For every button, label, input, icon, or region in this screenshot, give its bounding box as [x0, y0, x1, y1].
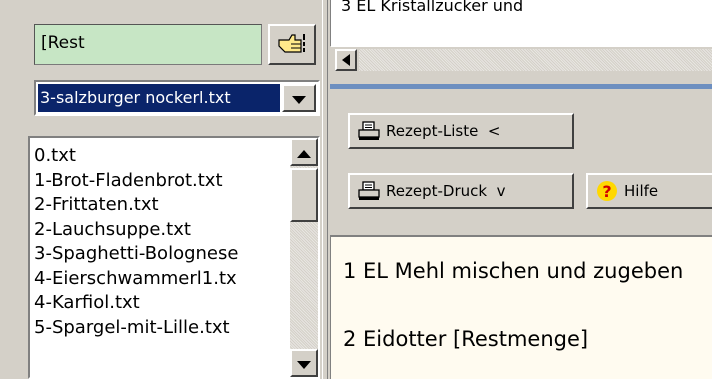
left-pane: [Rest 3-salzburger nockerl.txt 0.txt 1-B… [0, 0, 322, 379]
chevron-down-icon [292, 89, 306, 108]
list-item[interactable]: 5-Spargel-mit-Lille.txt [34, 316, 288, 341]
top-text-area[interactable]: 3 EL Kristallzucker und [330, 0, 712, 73]
list-item[interactable]: 0.txt [34, 144, 288, 169]
list-item[interactable]: 2-Lauchsuppe.txt [34, 218, 288, 243]
rezept-druck-label: Rezept-Druck v [386, 182, 506, 200]
list-item[interactable]: 2-Frittaten.txt [34, 193, 288, 218]
recipe-text-line: 2 Eidotter [Restmenge] [343, 327, 589, 351]
rezept-liste-label: Rezept-Liste < [386, 122, 501, 140]
printer-icon [358, 181, 380, 201]
hilfe-label: Hilfe [624, 182, 659, 200]
rezept-druck-button[interactable]: Rezept-Druck v [348, 173, 574, 209]
scroll-up-button[interactable] [290, 138, 318, 166]
horizontal-scrollbar[interactable] [331, 46, 712, 73]
scroll-track[interactable] [359, 49, 712, 71]
scroll-down-button[interactable] [290, 349, 318, 377]
recipe-text-line: 1 EL Mehl mischen und zugeben [343, 259, 684, 283]
file-list[interactable]: 0.txt 1-Brot-Fladenbrot.txt 2-Frittaten.… [28, 136, 320, 379]
top-text-line: 3 EL Kristallzucker und [341, 0, 524, 15]
list-item[interactable]: 3-Spaghetti-Bolognese [34, 242, 288, 267]
toolbar: Rezept-Liste < Rezept-Druck v ? Hilfe [330, 89, 712, 235]
arrow-left-icon [342, 51, 350, 70]
list-item[interactable]: 1-Brot-Fladenbrot.txt [34, 169, 288, 194]
svg-text:?: ? [602, 182, 611, 201]
arrow-up-icon [297, 143, 311, 162]
file-list-items: 0.txt 1-Brot-Fladenbrot.txt 2-Frittaten.… [34, 144, 288, 340]
search-input[interactable]: [Rest [34, 24, 262, 65]
question-icon: ? [596, 180, 618, 202]
pane-splitter[interactable] [322, 0, 328, 379]
pick-button[interactable] [268, 24, 316, 65]
search-input-value: [Rest [41, 33, 85, 53]
scroll-left-button[interactable] [335, 49, 357, 71]
file-list-scrollbar[interactable] [290, 138, 318, 377]
arrow-down-icon [297, 354, 311, 373]
rezept-liste-button[interactable]: Rezept-Liste < [348, 113, 574, 149]
hilfe-button[interactable]: ? Hilfe [586, 173, 712, 209]
list-item[interactable]: 4-Eierschwammerl1.tx [34, 267, 288, 292]
printer-icon [358, 121, 380, 141]
scroll-thumb[interactable] [290, 168, 318, 222]
file-select-value: 3-salzburger nockerl.txt [38, 84, 280, 112]
recipe-text-area[interactable]: 1 EL Mehl mischen und zugeben 2 Eidotter… [330, 235, 712, 379]
list-item[interactable]: 4-Karfiol.txt [34, 291, 288, 316]
file-select[interactable]: 3-salzburger nockerl.txt [34, 80, 320, 116]
dropdown-arrow-button[interactable] [282, 84, 316, 112]
hand-pointer-icon [277, 32, 307, 58]
